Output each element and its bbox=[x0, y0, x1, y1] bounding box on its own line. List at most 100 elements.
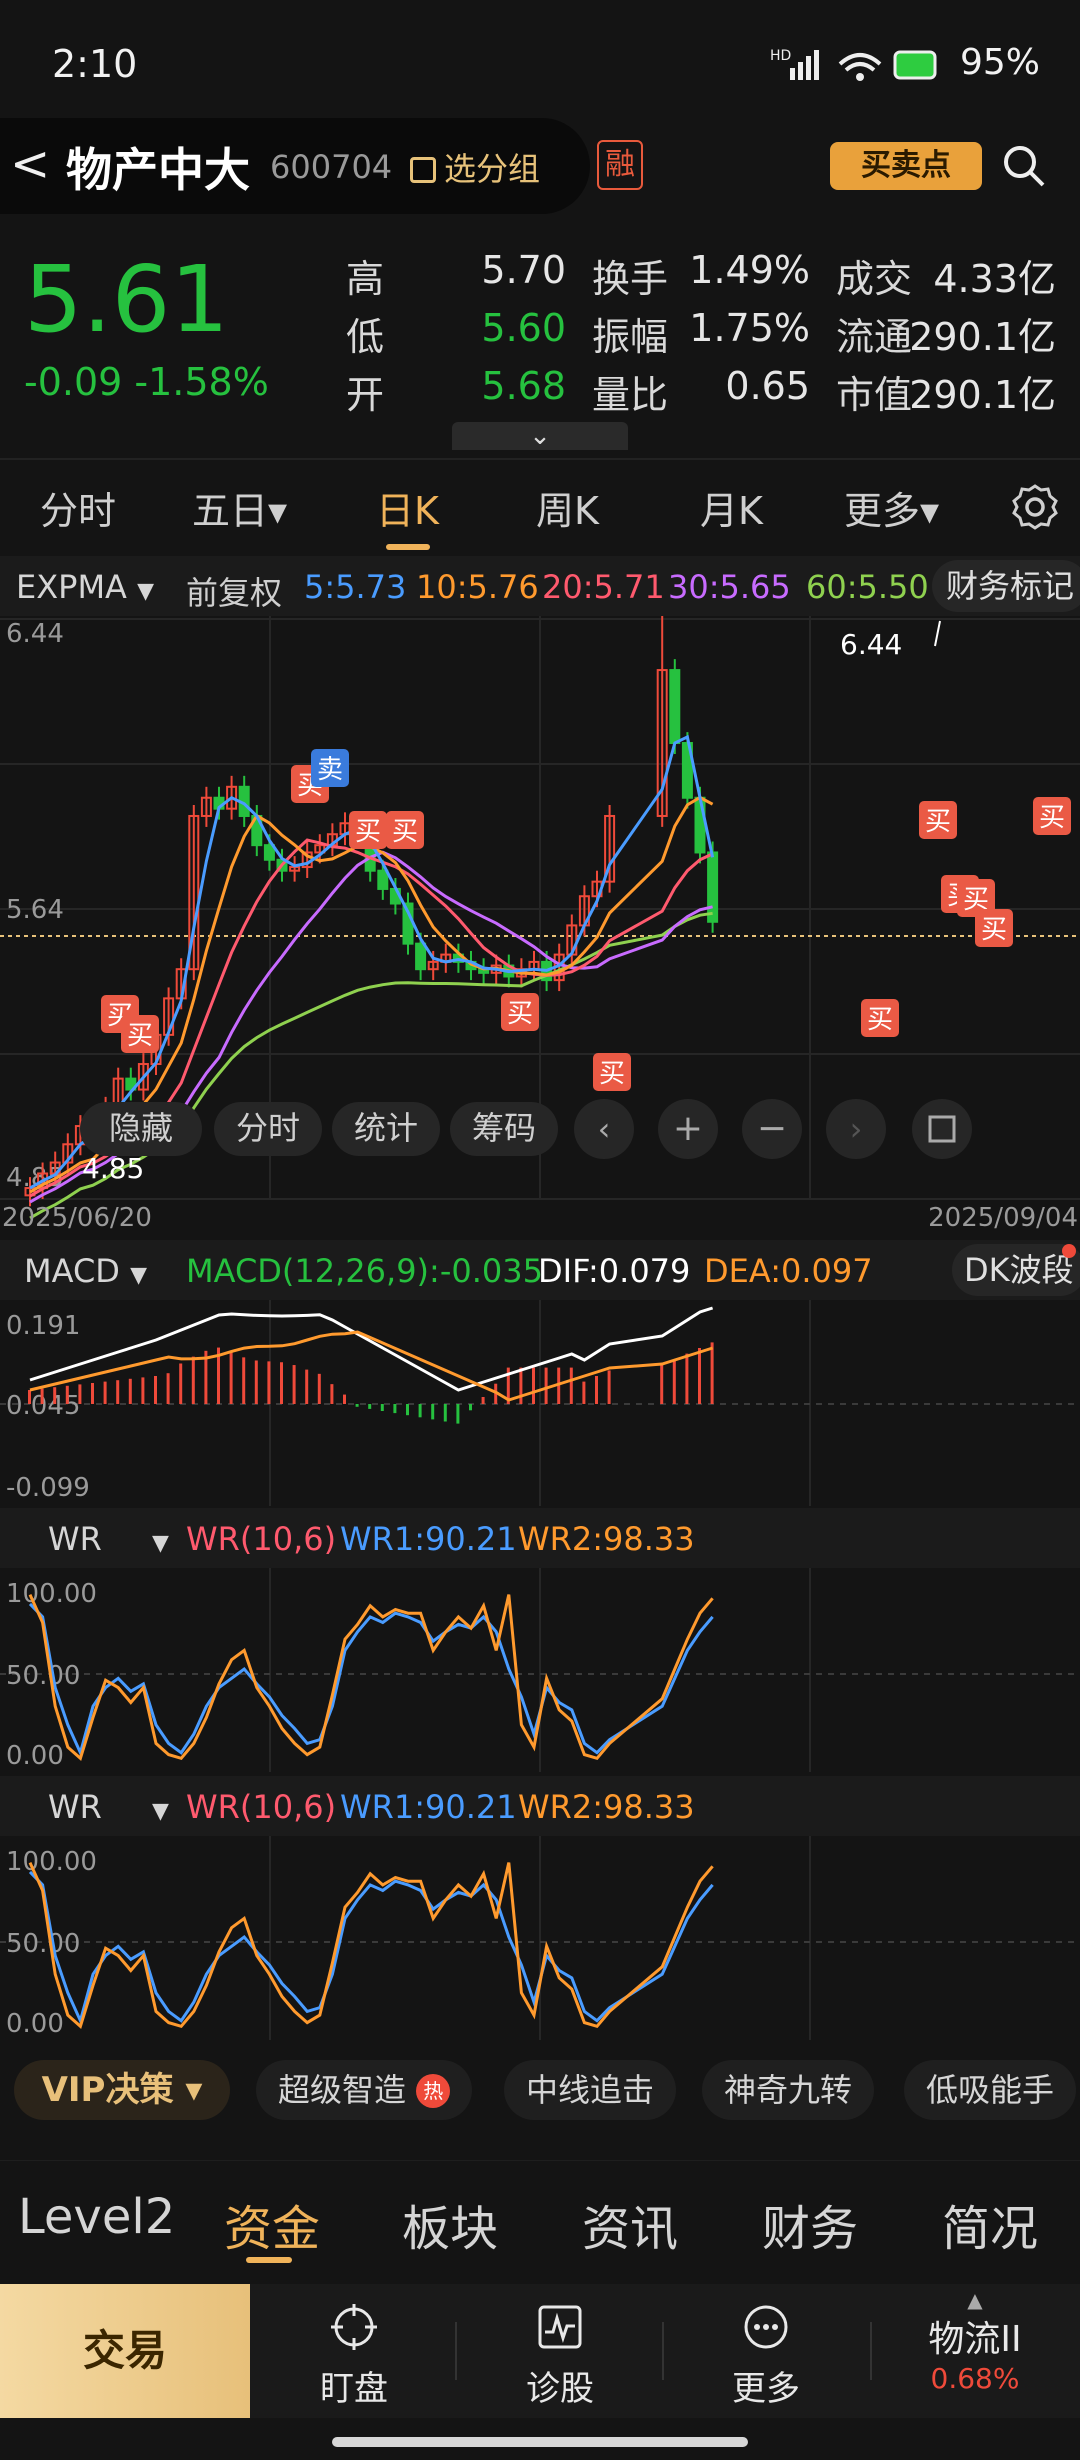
tab-level2[interactable]: Level2 bbox=[18, 2189, 175, 2245]
macd-bar bbox=[229, 1351, 233, 1404]
watch-button[interactable]: 盯盘 bbox=[274, 2284, 434, 2418]
margin-badge[interactable]: 融 bbox=[597, 140, 643, 190]
strategy-chip[interactable]: 神奇九转 bbox=[702, 2060, 875, 2120]
prev-icon: ‹ bbox=[598, 1110, 611, 1148]
quote-value: 5.70 bbox=[481, 248, 566, 292]
candle-body bbox=[377, 869, 389, 890]
macd-bar bbox=[166, 1373, 170, 1404]
strategy-chip[interactable]: 中线追击 bbox=[504, 2060, 677, 2120]
wr-y-top: 100.00 bbox=[6, 1579, 97, 1609]
wr-indicator-label: WR bbox=[48, 1520, 102, 1558]
tab-monthly-k[interactable]: 月K bbox=[700, 480, 763, 535]
wr-indicator-label: WR bbox=[48, 1788, 102, 1826]
macd-bar bbox=[343, 1394, 346, 1404]
quote-value: 5.60 bbox=[481, 306, 566, 350]
strategy-chip[interactable]: 超级智造 热 bbox=[256, 2060, 473, 2120]
quote-label: 成交 bbox=[836, 257, 913, 301]
quote-value: 5.68 bbox=[481, 364, 566, 408]
caret-down-icon: ▼ bbox=[152, 1799, 169, 1824]
tab-more[interactable]: 更多▾ bbox=[844, 480, 939, 535]
period-tabs: 分时 五日▾ 日K 周K 月K 更多▾ bbox=[0, 458, 1080, 558]
search-icon[interactable] bbox=[1000, 142, 1048, 190]
stock-name: 物产中大 bbox=[66, 143, 250, 197]
macd-bar bbox=[280, 1362, 283, 1404]
macd-bar bbox=[582, 1381, 586, 1404]
macd-bar bbox=[103, 1381, 107, 1404]
vip-decision-button[interactable]: VIP决策 ▾ bbox=[14, 2060, 230, 2120]
sector-button[interactable]: ▲ 物流II 0.68% bbox=[890, 2290, 1060, 2416]
divider bbox=[455, 2322, 457, 2380]
macd-bar bbox=[53, 1387, 57, 1404]
tab-news[interactable]: 资讯 bbox=[582, 2189, 678, 2259]
buy-sell-points-label: 买卖点 bbox=[861, 148, 951, 183]
more-button[interactable]: 更多 bbox=[686, 2284, 846, 2418]
battery-percent: 95% bbox=[959, 42, 1040, 83]
stats-button: 统计 bbox=[354, 1109, 418, 1147]
macd-bar bbox=[40, 1388, 44, 1404]
quote-value: 4.33亿 bbox=[933, 257, 1056, 301]
macd-bar bbox=[28, 1390, 31, 1404]
buy-sell-points-button[interactable]: 买卖点 bbox=[830, 142, 982, 190]
kline-chart[interactable]: 6.44 5.64 4.85 买买买买买买买买买买买买买卖 6.44 4.85 … bbox=[0, 616, 1080, 1240]
pick-group-button[interactable]: 选分组 bbox=[410, 144, 540, 190]
low-marker: 4.85 bbox=[82, 1152, 144, 1185]
macd-chart[interactable]: 0.191 0.045 -0.099 bbox=[0, 1300, 1080, 1506]
macd-bar bbox=[116, 1380, 120, 1404]
macd-bar bbox=[154, 1376, 157, 1404]
kline-indicator-select[interactable]: EXPMA ▼ bbox=[16, 568, 154, 606]
macd-bar bbox=[532, 1367, 535, 1404]
strategy-chip-label: 超级智造 bbox=[278, 2071, 407, 2109]
tab-daily-k[interactable]: 日K bbox=[376, 480, 439, 535]
macd-bar bbox=[305, 1369, 309, 1404]
macd-indicator-select[interactable]: MACD ▼ bbox=[24, 1252, 147, 1290]
tab-sector[interactable]: 板块 bbox=[402, 2189, 498, 2259]
wr-y-top: 100.00 bbox=[6, 1847, 97, 1877]
macd-bar bbox=[710, 1342, 714, 1404]
adjust-mode[interactable]: 前复权 bbox=[186, 568, 282, 614]
back-chevron-icon[interactable]: < bbox=[10, 136, 50, 192]
kline-y-mid: 5.64 bbox=[6, 895, 64, 925]
hot-badge: 热 bbox=[416, 2074, 451, 2108]
wr1-line bbox=[28, 1602, 714, 1758]
expand-quote-chevron-icon[interactable]: ⌄ bbox=[452, 422, 628, 450]
macd-bar bbox=[607, 1370, 611, 1404]
watch-label: 盯盘 bbox=[320, 2369, 388, 2409]
macd-bar bbox=[544, 1367, 548, 1404]
strategy-chip[interactable]: 低吸能手 bbox=[904, 2060, 1077, 2120]
tab-intraday[interactable]: 分时 bbox=[40, 480, 116, 535]
buy-signal-label: 买 bbox=[1039, 803, 1065, 833]
macd-bar bbox=[595, 1376, 598, 1404]
dk-band-button[interactable]: DK波段 bbox=[952, 1244, 1080, 1296]
quote-panel: 5.61 -0.09 -1.58% ⌄ 高 5.70 换手 1.49% 成交 4.33亿低… bbox=[0, 220, 1080, 460]
wr-chart-2[interactable]: 100.00 50.00 0.00 bbox=[0, 1836, 1080, 2040]
gear-icon[interactable] bbox=[1010, 482, 1060, 532]
wr2-line bbox=[28, 1861, 714, 2029]
caret-down-icon: ▼ bbox=[152, 1531, 169, 1556]
wr-chart-1[interactable]: 100.00 50.00 0.00 bbox=[0, 1568, 1080, 1772]
tab-five-day[interactable]: 五日▾ bbox=[192, 480, 287, 535]
macd-bar bbox=[128, 1378, 132, 1404]
wr2-value: WR2:98.33 bbox=[518, 1520, 695, 1558]
tab-weekly-k[interactable]: 周K bbox=[536, 480, 599, 535]
tab-capital[interactable]: 资金 bbox=[224, 2189, 320, 2259]
wr-indicator-select-1[interactable]: WR ▼ bbox=[48, 1520, 169, 1558]
ma-60-label: 60:5.50 bbox=[806, 568, 929, 606]
macd-bar bbox=[393, 1404, 397, 1414]
wr-y-mid: 50.00 bbox=[6, 1929, 80, 1959]
bottom-bar: 交易 盯盘 诊股 更多 ▲ 物流II 0.68% bbox=[0, 2284, 1080, 2418]
diagnose-button[interactable]: 诊股 bbox=[480, 2284, 640, 2418]
notification-dot bbox=[1062, 1244, 1076, 1258]
finance-mark-button[interactable]: 财务标记 bbox=[932, 560, 1080, 612]
macd-bar bbox=[355, 1404, 359, 1407]
check-box-icon bbox=[410, 157, 436, 183]
status-bar: 2:10 HD 95% bbox=[0, 0, 1080, 120]
macd-bar bbox=[179, 1363, 183, 1404]
buy-signal-label: 买 bbox=[392, 817, 418, 847]
trade-button[interactable]: 交易 bbox=[0, 2284, 250, 2418]
macd-indicator-label: MACD bbox=[24, 1252, 120, 1290]
wr-indicator-select-2[interactable]: WR ▼ bbox=[48, 1788, 169, 1826]
macd-bar bbox=[330, 1384, 334, 1404]
macd-value: MACD(12,26,9):-0.035 bbox=[186, 1252, 543, 1290]
tab-finance[interactable]: 财务 bbox=[762, 2189, 858, 2259]
tab-profile[interactable]: 简况 bbox=[942, 2189, 1038, 2259]
